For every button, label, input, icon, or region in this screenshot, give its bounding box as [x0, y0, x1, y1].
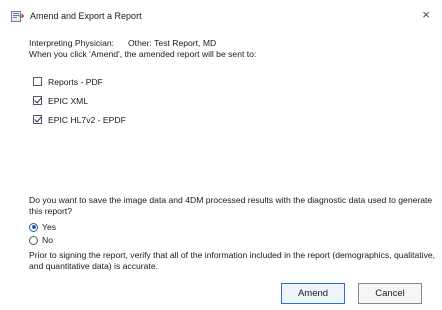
epic-hl7v2-checkbox-row[interactable]: EPIC HL7v2 - EPDF — [33, 113, 126, 126]
epic-xml-checkbox-row[interactable]: EPIC XML — [33, 94, 88, 107]
verification-notice: Prior to signing the report, verify that… — [29, 250, 436, 271]
save-no-option[interactable]: No — [29, 234, 53, 246]
window-title: Amend and Export a Report — [30, 11, 142, 21]
reports-pdf-label: Reports - PDF — [48, 76, 103, 87]
cancel-button[interactable]: Cancel — [358, 283, 422, 304]
physician-value: Other: Test Report, MD — [128, 38, 217, 48]
save-yes-radio[interactable] — [29, 222, 38, 232]
physician-label: Interpreting Physician: — [29, 38, 115, 48]
save-yes-label: Yes — [42, 222, 57, 232]
save-no-radio[interactable] — [29, 235, 38, 245]
report-app-icon — [11, 11, 24, 22]
close-icon[interactable]: × — [418, 7, 434, 23]
amend-button[interactable]: Amend — [281, 283, 345, 304]
save-no-label: No — [42, 235, 53, 245]
epic-hl7v2-label: EPIC HL7v2 - EPDF — [48, 114, 126, 125]
epic-hl7v2-checkbox[interactable] — [33, 115, 42, 124]
reports-pdf-checkbox-row[interactable]: Reports - PDF — [33, 75, 103, 88]
epic-xml-label: EPIC XML — [48, 95, 89, 106]
reports-pdf-checkbox[interactable] — [33, 77, 42, 86]
epic-xml-checkbox[interactable] — [33, 96, 42, 105]
destination-text: When you click 'Amend', the amended repo… — [29, 49, 257, 59]
save-yes-option[interactable]: Yes — [29, 221, 56, 233]
title-bar: Amend and Export a Report × — [0, 0, 442, 30]
save-question: Do you want to save the image data and 4… — [29, 195, 433, 216]
